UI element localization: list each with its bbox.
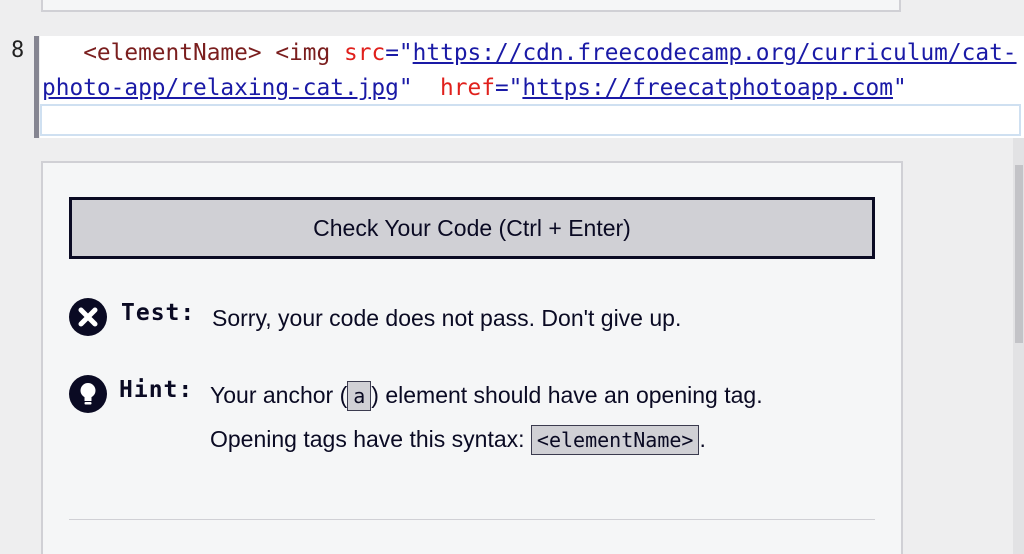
check-code-button[interactable]: Check Your Code (Ctrl + Enter): [69, 197, 875, 259]
code-equals-quote: =": [494, 74, 523, 101]
hint-line-1: Your anchor (a) element should have an o…: [210, 374, 763, 418]
hint-text: Your anchor (: [210, 382, 348, 408]
hint-code-anchor: a: [347, 381, 372, 411]
code-element-name-tag: <elementName>: [83, 40, 262, 66]
code-close-quote: ": [398, 74, 413, 101]
code-equals-quote: =": [385, 40, 413, 66]
code-img-tag: <img: [275, 40, 331, 66]
hint-label: Hint:: [119, 377, 194, 403]
previous-panel: [41, 0, 901, 12]
lightbulb-icon: [69, 375, 107, 413]
hint-line-2: Opening tags have this syntax: <elementN…: [210, 418, 763, 462]
code-href-url[interactable]: https://freecatphotoapp.com: [522, 75, 893, 101]
gutter-bar: [34, 36, 39, 138]
code-src-attr: src: [344, 40, 386, 66]
code-close-quote: ": [892, 74, 907, 101]
hint-text: Opening tags have this syntax:: [210, 426, 531, 452]
line-number: 8: [11, 38, 25, 63]
code-href-attr: href: [440, 74, 495, 101]
code-line[interactable]: <elementName> <img src="https://cdn.free…: [42, 36, 1017, 105]
test-message: Sorry, your code does not pass. Don't gi…: [212, 305, 682, 331]
hint-text: ) element should have an opening tag.: [371, 382, 763, 408]
hint-message: Your anchor (a) element should have an o…: [210, 374, 763, 462]
test-label: Test:: [121, 300, 196, 326]
scrollbar-thumb[interactable]: [1015, 165, 1023, 343]
hint-code-syntax: <elementName>: [530, 425, 700, 455]
code-editor-line[interactable]: 8 <elementName> <img src="https://cdn.fr…: [0, 36, 1024, 138]
close-circle-icon: [69, 298, 107, 336]
active-line-highlight: [40, 104, 1021, 136]
panel-divider: [69, 519, 875, 520]
hint-text: .: [699, 426, 706, 452]
